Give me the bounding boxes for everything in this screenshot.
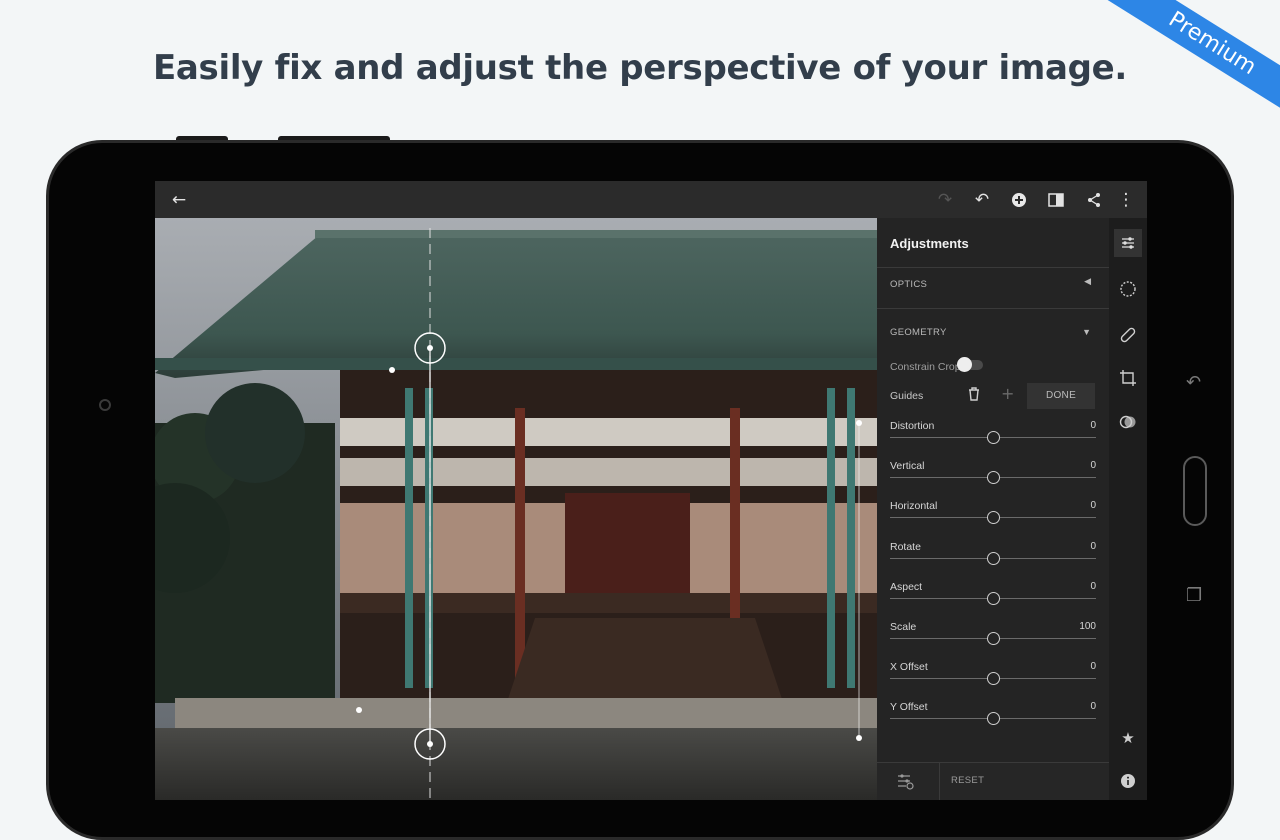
- slider-value: 0: [1090, 500, 1096, 512]
- top-toolbar: ← ↷ ↶ ⋮: [155, 181, 1147, 218]
- add-guide-icon[interactable]: +: [1001, 384, 1014, 403]
- slider-label: Rotate: [890, 540, 921, 553]
- panel-title: Adjustments: [890, 236, 969, 251]
- info-icon[interactable]: [1114, 767, 1142, 795]
- slider-value: 0: [1090, 460, 1096, 472]
- promo-headline: Easily fix and adjust the perspective of…: [152, 48, 1128, 88]
- constrain-crop-toggle[interactable]: [957, 357, 983, 372]
- temple-photo: [155, 218, 877, 800]
- share-icon[interactable]: [1083, 189, 1105, 211]
- compare-icon[interactable]: [1045, 189, 1067, 211]
- slider-value: 0: [1090, 540, 1096, 552]
- slider-value: 0: [1090, 580, 1096, 592]
- app-screen: ← ↷ ↶ ⋮ Adjustments OPTICS ◀ GEOMETRY ▼ …: [155, 181, 1147, 800]
- slider-thumb[interactable]: [986, 511, 1000, 525]
- photo-canvas[interactable]: [155, 218, 877, 800]
- slider-thumb[interactable]: [986, 672, 1000, 686]
- slider-label: Aspect: [890, 580, 923, 593]
- slider-value: 0: [1090, 661, 1096, 673]
- done-button[interactable]: DONE: [1027, 383, 1095, 409]
- slider-scale[interactable]: Scale 100: [890, 621, 1096, 651]
- chevron-left-icon: ◀: [1084, 276, 1091, 286]
- panel-bottom-bar: RESET: [877, 762, 1109, 800]
- geometry-label: GEOMETRY: [890, 327, 947, 338]
- presets-icon[interactable]: [1114, 408, 1142, 436]
- trash-icon[interactable]: [966, 386, 982, 406]
- optics-label: OPTICS: [890, 279, 928, 290]
- slider-thumb[interactable]: [986, 632, 1000, 645]
- redo-icon[interactable]: ↷: [934, 189, 956, 211]
- slider-rotate[interactable]: Rotate 0: [890, 541, 1096, 571]
- slider-thumb[interactable]: [986, 471, 1000, 485]
- slider-aspect[interactable]: Aspect 0: [890, 581, 1096, 611]
- slider-x-offset[interactable]: X Offset 0: [890, 661, 1096, 691]
- slider-thumb[interactable]: [986, 591, 1000, 605]
- camera-dot: [99, 399, 111, 411]
- slider-value: 0: [1090, 701, 1096, 713]
- slider-thumb[interactable]: [986, 712, 1000, 726]
- nav-back-icon: ↶: [1186, 372, 1202, 393]
- constrain-crop-label: Constrain Crop: [890, 361, 961, 373]
- adjustments-panel: Adjustments OPTICS ◀ GEOMETRY ▼ Constrai…: [877, 218, 1109, 800]
- crop-icon[interactable]: [1114, 364, 1142, 392]
- optics-section[interactable]: OPTICS ◀: [877, 267, 1109, 307]
- slider-label: Horizontal: [890, 500, 938, 513]
- slider-vertical[interactable]: Vertical 0: [890, 460, 1096, 490]
- back-arrow-icon[interactable]: ←: [168, 189, 190, 211]
- presets-adjust-icon[interactable]: [895, 771, 915, 796]
- star-icon[interactable]: ★: [1114, 724, 1142, 752]
- undo-icon[interactable]: ↶: [971, 189, 993, 211]
- guides-label: Guides: [890, 390, 924, 402]
- more-icon[interactable]: ⋮: [1115, 189, 1137, 211]
- slider-value: 100: [1079, 621, 1096, 632]
- slider-label: Distortion: [890, 420, 935, 432]
- slider-horizontal[interactable]: Horizontal 0: [890, 500, 1096, 530]
- selective-icon[interactable]: [1114, 275, 1142, 303]
- slider-y-offset[interactable]: Y Offset 0: [890, 701, 1096, 731]
- slider-label: Y Offset: [890, 701, 928, 714]
- geometry-section[interactable]: GEOMETRY ▼: [877, 308, 1109, 352]
- slider-label: X Offset: [890, 661, 928, 674]
- slider-label: Scale: [890, 621, 917, 633]
- add-icon[interactable]: [1008, 189, 1030, 211]
- adjustments-icon[interactable]: [1114, 229, 1142, 257]
- slider-label: Vertical: [890, 460, 925, 473]
- divider: [939, 763, 940, 800]
- home-button: [1183, 456, 1207, 526]
- slider-thumb[interactable]: [986, 551, 1000, 565]
- recents-icon: ❐: [1186, 585, 1203, 606]
- reset-button[interactable]: RESET: [951, 775, 984, 786]
- slider-value: 0: [1090, 420, 1096, 431]
- chevron-down-icon: ▼: [1082, 327, 1091, 337]
- healing-icon[interactable]: [1114, 321, 1142, 349]
- tool-rail: ★: [1109, 218, 1147, 800]
- slider-distortion[interactable]: Distortion 0: [890, 420, 1096, 450]
- slider-thumb[interactable]: [986, 431, 1000, 444]
- toggle-knob: [957, 357, 972, 372]
